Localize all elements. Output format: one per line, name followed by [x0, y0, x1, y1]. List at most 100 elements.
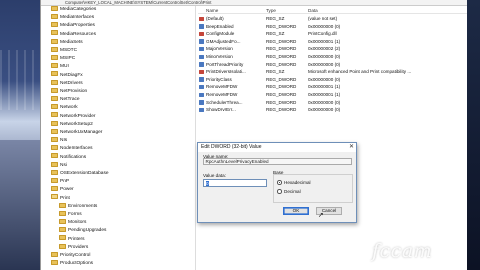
tree-item[interactable]: Environments — [59, 202, 98, 211]
folder-icon — [51, 46, 58, 52]
value-type: REG_SZ — [266, 31, 285, 37]
tree-item[interactable]: MediaCategories — [51, 6, 96, 14]
binary-value-icon — [199, 77, 204, 82]
value-row[interactable]: (Default) REG_SZ (value not set) — [198, 15, 467, 23]
tree-item-label: Network — [60, 105, 78, 111]
tree-item-label: Environments — [68, 203, 98, 209]
folder-icon — [51, 71, 58, 77]
tree-item-label: NetProvision — [60, 89, 88, 94]
value-row[interactable]: PortThreadPriority REG_DWORD 0x00000000 (0… — [198, 61, 467, 69]
column-header-type[interactable]: Type — [266, 8, 276, 13]
tree-item[interactable]: Nsi — [51, 161, 67, 170]
tree-item-label: NetworkSetup2 — [60, 121, 93, 127]
folder-icon — [59, 235, 66, 241]
tree-item[interactable]: PriorityControl — [51, 251, 91, 260]
folder-icon — [51, 153, 58, 159]
tree-item[interactable]: NetDiagFx — [51, 71, 83, 80]
hexadecimal-radio[interactable] — [277, 180, 282, 185]
tree-item-label: Monitors — [68, 220, 87, 226]
tree-item[interactable]: OSExtensionDatabase — [51, 169, 109, 178]
registry-values-pane[interactable]: Name Type Data (Default) REG_SZ (value not… — [198, 6, 467, 270]
tree-item[interactable]: MediaResources — [51, 30, 96, 39]
value-type: REG_SZ — [266, 16, 285, 21]
column-header-data[interactable]: Data — [308, 8, 318, 13]
edit-dword-dialog: Edit DWORD (32-bit) Value ✕ Value name: … — [197, 142, 357, 223]
tree-item[interactable]: Printers — [59, 235, 85, 244]
tree-item[interactable]: NetworkSetup2 — [51, 120, 93, 129]
value-name: MinorVersion — [206, 54, 233, 59]
folder-icon — [51, 128, 58, 134]
value-type: REG_DWORD — [266, 84, 297, 90]
binary-value-icon — [199, 84, 204, 90]
binary-value-icon — [199, 92, 204, 97]
close-icon[interactable]: ✕ — [349, 143, 354, 152]
folder-icon — [51, 145, 58, 151]
tree-item-label: OSExtensionDatabase — [60, 171, 109, 176]
tree-item[interactable]: NetDrivers — [51, 79, 83, 88]
decimal-label[interactable]: Decimal — [284, 189, 301, 194]
tree-item[interactable]: NetworkUxManager — [51, 128, 103, 137]
value-row[interactable]: RemoveMFDW REG_DWORD 0x00000001 (1) — [198, 91, 467, 99]
folder-icon — [51, 38, 58, 44]
tree-item-label: NetTrace — [60, 97, 80, 103]
tree-item[interactable]: MSDTC — [51, 46, 78, 55]
tree-item-label: NetworkUxManager — [60, 130, 103, 135]
tree-item[interactable]: PendingUpgrades — [59, 227, 106, 235]
value-data: 0x00000000 (0) — [308, 54, 341, 59]
decimal-radio[interactable] — [277, 189, 282, 194]
tree-item[interactable]: NetProvision — [51, 87, 88, 96]
value-name: MajorVersion — [206, 46, 233, 52]
values-header: Name Type Data — [198, 6, 467, 14]
value-row[interactable]: BeepEnabled REG_DWORD 0x00000000 (0) — [198, 23, 467, 31]
folder-icon — [51, 186, 58, 192]
value-data: 0x00000001 (1) — [308, 38, 341, 44]
value-data: PrintConfig.dll — [308, 31, 337, 37]
tree-item[interactable]: ProductOptions — [51, 259, 93, 268]
folder-icon — [51, 259, 58, 265]
value-row[interactable]: GMAdjustedFo... REG_DWORD 0x00000001 (1) — [198, 38, 467, 46]
column-header-name[interactable]: Name — [206, 8, 218, 13]
folder-icon — [51, 30, 58, 36]
binary-value-icon — [199, 39, 204, 44]
value-row[interactable]: ConfigModule REG_SZ PrintConfig.dll — [198, 30, 467, 38]
ok-button[interactable]: OK — [283, 207, 309, 215]
value-data: 0x00000000 (0) — [308, 23, 341, 29]
value-type: REG_DWORD — [266, 54, 297, 59]
value-data-label: Value data: — [203, 173, 226, 178]
value-row[interactable]: PrintDriversIsolati... REG_SZ Microsoft en… — [198, 68, 467, 76]
binary-value-icon — [199, 24, 204, 29]
value-type: REG_DWORD — [266, 23, 297, 29]
tree-item[interactable]: Forms — [59, 210, 82, 219]
folder-icon — [51, 112, 58, 118]
value-data: 0x00000002 (2) — [308, 46, 341, 52]
folder-icon — [51, 6, 58, 11]
tree-item[interactable]: Providers — [59, 243, 88, 252]
value-row[interactable]: MajorVersion REG_DWORD 0x00000002 (2) — [198, 45, 467, 53]
binary-value-icon — [199, 62, 204, 67]
value-name: ConfigModule — [206, 31, 235, 37]
registry-tree-pane[interactable]: MediaCategories MediaInterfaces MediaPrope… — [41, 6, 196, 270]
value-row[interactable]: ShowDrvrErr... REG_DWORD 0x00000000 (0) — [198, 106, 467, 114]
folder-icon — [51, 63, 58, 69]
tree-item-label: NIs — [60, 138, 68, 144]
value-data-input[interactable]: 0 — [203, 179, 267, 187]
value-data: 0x00000001 (1) — [308, 92, 341, 97]
string-value-icon — [199, 16, 204, 21]
tree-item-label: Print — [60, 195, 70, 201]
tree-item-label: MSDTC — [60, 48, 78, 53]
string-value-icon — [199, 31, 204, 37]
value-data: 0x00000000 (0) — [308, 76, 341, 82]
value-row[interactable]: SchedulerThrea... REG_DWORD 0x00000000 (0) — [198, 99, 467, 107]
hexadecimal-label[interactable]: Hexadecimal — [284, 180, 311, 185]
value-row[interactable]: PriorityClass REG_DWORD 0x00000000 (0) — [198, 76, 467, 84]
value-row[interactable]: RemoveMFDW REG_DWORD 0x00000001 (1) — [198, 83, 467, 91]
value-row[interactable]: MinorVersion REG_DWORD 0x00000000 (0) — [198, 53, 467, 61]
tree-item-label: Printers — [68, 236, 85, 242]
folder-icon — [59, 202, 66, 208]
tree-item[interactable]: MediaSets — [51, 38, 83, 47]
tree-item[interactable]: NetworkProvider — [51, 112, 95, 121]
tree-item[interactable]: Print — [51, 194, 70, 203]
tree-item[interactable]: Notifications — [51, 153, 86, 162]
value-data: 0x00000000 (0) — [308, 61, 341, 67]
tree-item-label: PriorityControl — [60, 253, 91, 258]
